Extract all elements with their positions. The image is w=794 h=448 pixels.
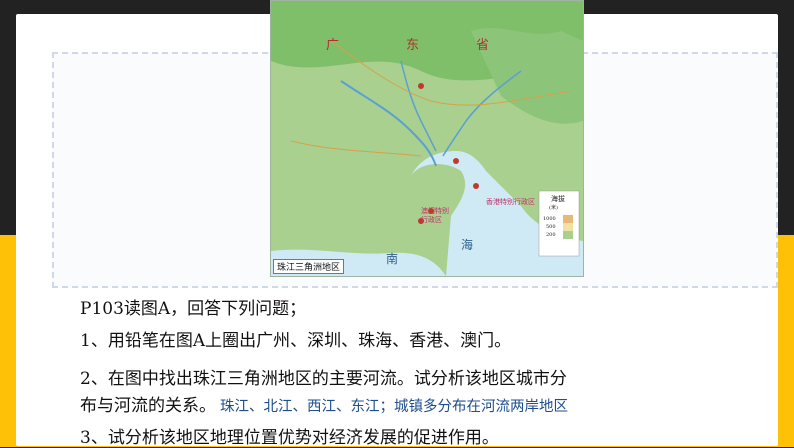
map-label-sheng: 省 [476,38,489,53]
question-2-answer: 珠江、北江、西江、东江；城镇多分布在河流两岸地区 [220,399,568,415]
legend-swatch-high [563,215,573,223]
question-2-line-2-text: 布与河流的关系。 [80,396,216,416]
question-1: 1、用铅笔在图A上圈出广州、深圳、珠海、香港、澳门。 [80,331,512,351]
map-label-nan: 南 [386,251,398,266]
city-marker-guangzhou [418,83,424,89]
map-label-dong: 东 [406,38,419,53]
legend-1000: 1000 [543,216,556,222]
map-caption: 珠江三角洲地区 [273,259,345,274]
pearl-river-delta-map: 广 东 省 南 海 香港特别行政区 澳门特别 行政区 海拔 (米) 1000 5… [270,0,584,277]
map-label-hk-zone: 香港特别行政区 [486,197,535,206]
city-marker-hongkong [473,183,479,189]
question-2-line-2: 布与河流的关系。 珠江、北江、西江、东江；城镇多分布在河流两岸地区 [80,391,568,416]
legend-500: 500 [546,224,556,230]
legend-unit: (米) [549,204,558,211]
legend-200: 200 [546,232,556,238]
map-graphic: 广 东 省 南 海 香港特别行政区 澳门特别 行政区 海拔 (米) 1000 5… [271,1,583,276]
map-label-macau-zone-1: 澳门特别 [421,206,449,215]
question-3: 3、试分析该地区地理位置优势对经济发展的促进作用。 [80,428,499,448]
legend-title: 海拔 [551,194,565,203]
question-2-line-1: 2、在图中找出珠江三角洲地区的主要河流。试分析该地区城市分 [80,369,567,389]
elevation-legend: 海拔 (米) 1000 500 200 [538,190,580,257]
legend-swatch-low [563,231,573,239]
question-title: P103读图A，回答下列问题； [80,299,307,319]
city-marker-shenzhen [453,158,459,164]
map-label-macau-zone-2: 行政区 [421,215,442,224]
map-label-hai: 海 [461,237,473,252]
legend-swatch-mid [563,223,573,231]
map-label-guang: 广 [326,38,339,53]
